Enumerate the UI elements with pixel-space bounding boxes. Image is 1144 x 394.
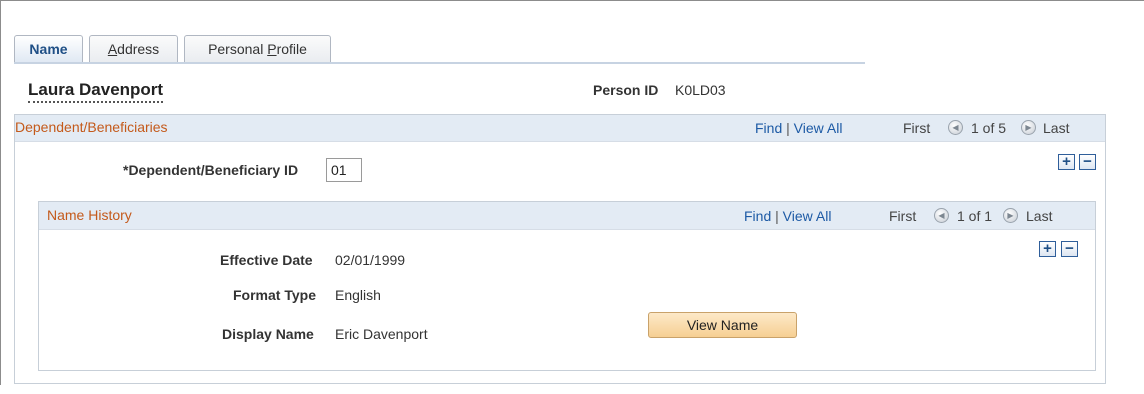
prev-arrow-icon[interactable]: ◀ (948, 120, 963, 135)
dependents-nav-links: Find | View All (755, 120, 842, 136)
name-history-last-label: Last (1026, 208, 1053, 224)
name-history-delete-row-button[interactable]: − (1061, 241, 1078, 257)
person-id-label: Person ID (593, 82, 659, 98)
prev-arrow-icon[interactable]: ◀ (934, 208, 949, 223)
dependent-id-label: *Dependent/Beneficiary ID (123, 162, 299, 178)
next-arrow-icon[interactable]: ▶ (1021, 120, 1036, 135)
dependent-id-input[interactable] (326, 158, 362, 182)
name-history-title: Name History (47, 207, 132, 223)
dependents-title: Dependent/Beneficiaries (15, 119, 168, 135)
name-history-position: 1 of 1 (957, 208, 993, 224)
person-id-value: K0LD03 (675, 82, 726, 98)
dependents-delete-row-button[interactable]: − (1079, 154, 1096, 170)
page-frame-top (0, 0, 1144, 1)
display-name-value: Eric Davenport (335, 326, 428, 342)
name-history-first-label: First (889, 208, 917, 224)
format-type-label: Format Type (233, 287, 316, 303)
dependents-find-link[interactable]: Find (755, 120, 782, 136)
effective-date-value: 02/01/1999 (335, 252, 406, 268)
next-arrow-icon[interactable]: ▶ (1003, 208, 1018, 223)
employee-name: Laura Davenport (28, 80, 164, 103)
name-history-add-row-button[interactable]: + (1039, 241, 1056, 257)
effective-date-label: Effective Date (220, 252, 313, 268)
view-name-button[interactable]: View Name (648, 312, 797, 338)
tab-name-label: Name (29, 41, 68, 57)
tab-underline (14, 62, 865, 64)
tab-address[interactable]: Address (89, 35, 178, 63)
dependents-view-all-link[interactable]: View All (794, 120, 843, 136)
dependents-last-label: Last (1043, 120, 1070, 136)
tab-personal-profile[interactable]: Personal Profile (184, 35, 331, 63)
page-frame-left (0, 0, 1, 385)
name-history-header: Name History Find | View All First ◀ 1 o… (39, 202, 1095, 230)
tab-address-label: Address (107, 41, 160, 57)
dependents-first-label: First (903, 120, 931, 136)
dependents-add-row-button[interactable]: + (1058, 154, 1075, 170)
dependents-position: 1 of 5 (971, 120, 1007, 136)
tab-name[interactable]: Name (14, 35, 83, 63)
name-history-separator: | (775, 208, 779, 224)
format-type-value: English (335, 287, 381, 303)
dependents-header: Dependent/Beneficiaries Find | View All … (15, 115, 1105, 142)
name-history-nav-links: Find | View All (744, 208, 831, 224)
dependents-separator: | (786, 120, 790, 136)
name-history-view-all-link[interactable]: View All (783, 208, 832, 224)
tab-personal-profile-label: Personal Profile (208, 41, 307, 57)
name-history-find-link[interactable]: Find (744, 208, 771, 224)
name-history-group-box: Name History Find | View All First ◀ 1 o… (38, 201, 1096, 371)
display-name-label: Display Name (222, 326, 314, 342)
